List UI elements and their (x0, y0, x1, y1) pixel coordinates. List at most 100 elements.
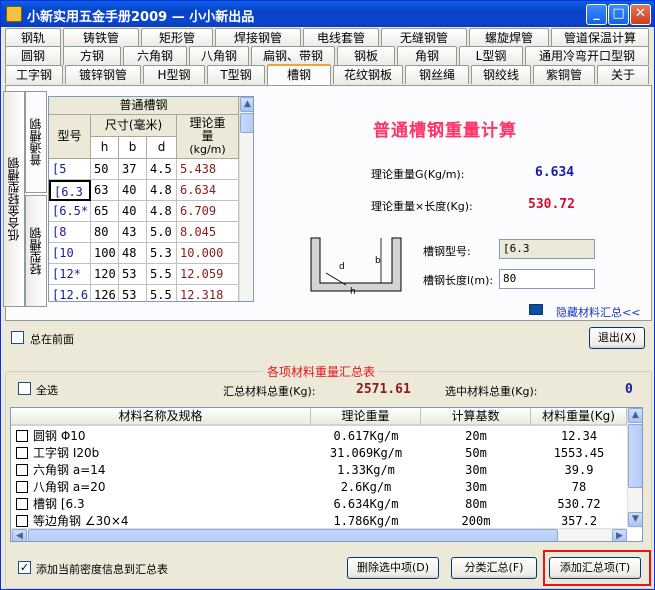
row-checkbox[interactable] (16, 515, 28, 527)
grid-cell[interactable]: 12.318 (177, 285, 239, 301)
tab-t-beam[interactable]: T型钢 (207, 65, 265, 84)
col-base[interactable]: 计算基数 (421, 408, 531, 426)
list-hscroll-thumb[interactable] (28, 529, 558, 541)
grid-scroll-thumb[interactable] (240, 113, 253, 133)
grid-cell[interactable]: 8.045 (177, 222, 239, 243)
list-scroll-thumb[interactable] (628, 424, 642, 488)
list-scroll-down-icon[interactable]: ▼ (628, 512, 642, 527)
grid-cell[interactable]: 50 (91, 159, 119, 180)
list-scroll-left-icon[interactable]: ◀ (12, 529, 27, 541)
tab-cast-iron-pipe[interactable]: 铸铁管 (63, 28, 139, 47)
grid-cell[interactable]: [5 (49, 159, 91, 180)
grid-cell[interactable]: 37 (119, 159, 147, 180)
row-checkbox[interactable] (16, 498, 28, 510)
list-item[interactable]: 六角钢 a=14 1.33Kg/m 30m 39.9 (11, 462, 625, 479)
grid-cell[interactable]: 48 (119, 243, 147, 264)
vtab-light-channel[interactable]: 轻型槽钢 (25, 195, 47, 307)
col-material[interactable]: 材料名称及规格 (11, 408, 311, 426)
tab-i-beam[interactable]: 工字钢 (5, 65, 63, 84)
tab-channel-steel[interactable]: 槽钢 (267, 64, 331, 85)
topmost-checkbox[interactable] (11, 331, 24, 344)
vtab-standard-channel[interactable]: 普通槽钢 (25, 91, 47, 193)
tab-seamless-pipe[interactable]: 无缝钢管 (381, 28, 467, 47)
grid-cell[interactable]: 63 (91, 180, 119, 201)
grid-cell[interactable]: 5.438 (177, 159, 239, 180)
tab-square-steel[interactable]: 方钢 (63, 46, 121, 65)
grid-scroll-up-icon[interactable]: ▲ (240, 97, 253, 112)
grid-cell[interactable]: 12.059 (177, 264, 239, 285)
tab-wire-rope[interactable]: 钢丝绳 (405, 65, 469, 84)
grid-cell[interactable]: 5.0 (147, 222, 177, 243)
tab-spiral-pipe[interactable]: 螺旋焊管 (469, 28, 549, 47)
list-item[interactable]: 圆钢 Φ10 0.617Kg/m 20m 12.34 (11, 428, 625, 445)
grid-cell[interactable]: 65 (91, 201, 119, 222)
grid-cell[interactable]: 80 (91, 222, 119, 243)
list-scroll-right-icon[interactable]: ▶ (612, 529, 627, 541)
list-item[interactable]: 八角钢 a=20 2.6Kg/m 30m 78 (11, 479, 625, 496)
tab-steel-plate[interactable]: 钢板 (337, 46, 395, 65)
grid-cell[interactable]: 10.000 (177, 243, 239, 264)
grid-cell[interactable]: 126 (91, 285, 119, 301)
grid-cell[interactable]: 40 (119, 180, 147, 201)
tab-checkered-plate[interactable]: 花纹钢板 (333, 65, 403, 84)
minimize-button[interactable]: _ (586, 4, 607, 25)
hide-summary-link[interactable]: 隐藏材料汇总<< (556, 304, 640, 320)
tab-angle-steel[interactable]: 角钢 (397, 46, 457, 65)
list-scroll-up-icon[interactable]: ▲ (628, 408, 642, 423)
grid-scrollbar[interactable]: ▲ (239, 97, 253, 301)
tab-about[interactable]: 关于 (597, 65, 649, 84)
length-input[interactable]: 80 (499, 269, 595, 289)
tab-hex-steel[interactable]: 六角钢 (123, 46, 187, 65)
grid-cell[interactable]: 120 (91, 264, 119, 285)
delete-selected-button[interactable]: 删除选中项(D) (347, 557, 439, 579)
grid-cell[interactable]: 4.5 (147, 159, 177, 180)
tab-l-steel[interactable]: L型钢 (459, 46, 523, 65)
row-checkbox[interactable] (16, 481, 28, 493)
grid-cell[interactable]: 5.5 (147, 285, 177, 301)
row-checkbox[interactable] (16, 430, 28, 442)
grid-cell[interactable]: 6.709 (177, 201, 239, 222)
col-total[interactable]: 材料重量(Kg) (531, 408, 627, 426)
tab-insulation-calc[interactable]: 管道保温计算 (551, 28, 649, 47)
tab-copper-pipe[interactable]: 紫铜管 (533, 65, 595, 84)
tab-conduit[interactable]: 电线套管 (303, 28, 379, 47)
tab-rect-tube[interactable]: 矩形管 (141, 28, 213, 47)
tab-oct-steel[interactable]: 八角钢 (189, 46, 249, 65)
model-field[interactable]: [6.3 (499, 239, 595, 259)
tab-h-beam[interactable]: H型钢 (143, 65, 205, 84)
tab-round-steel[interactable]: 圆钢 (5, 46, 61, 65)
grid-cell[interactable]: [8 (49, 222, 91, 243)
title-bar[interactable]: 小新实用五金手册2009 — 小小新出品 _ □ ✕ (1, 1, 654, 27)
tab-welded-pipe[interactable]: 焊接钢管 (215, 28, 301, 47)
col-weight[interactable]: 理论重量 (311, 408, 421, 426)
tab-flat-steel[interactable]: 扁钢、带钢 (251, 46, 335, 65)
vtab-low-alloy-channel[interactable]: 低合金轻型槽钢 (3, 91, 25, 307)
list-hscrollbar[interactable]: ◀ ▶ (11, 528, 627, 541)
list-vscrollbar[interactable]: ▲ ▼ (627, 408, 642, 528)
list-item[interactable]: 工字钢 I20b 31.069Kg/m 50m 1553.45 (11, 445, 625, 462)
add-density-checkbox[interactable]: ✓ (18, 561, 31, 574)
exit-button[interactable]: 退出(X) (589, 327, 645, 349)
grid-cell[interactable]: 4.8 (147, 201, 177, 222)
tab-galvanized-pipe[interactable]: 镀锌钢管 (65, 65, 141, 84)
tab-strand[interactable]: 钢绞线 (471, 65, 531, 84)
grid-cell[interactable]: [12* (49, 264, 91, 285)
row-checkbox[interactable] (16, 464, 28, 476)
tab-cold-bent[interactable]: 通用冷弯开口型钢 (525, 46, 649, 65)
grid-cell[interactable]: 53 (119, 285, 147, 301)
grid-cell[interactable]: 4.8 (147, 180, 177, 201)
summary-list[interactable]: 材料名称及规格 理论重量 计算基数 材料重量(Kg) 圆钢 Φ10 0.617Kg… (10, 407, 643, 542)
select-all-checkbox[interactable] (18, 382, 31, 395)
row-checkbox[interactable] (16, 447, 28, 459)
grid-cell[interactable]: [6.5* (49, 201, 91, 222)
maximize-button[interactable]: □ (608, 4, 629, 25)
grid-cell[interactable]: 5.3 (147, 243, 177, 264)
grid-cell[interactable]: [6.3 (49, 180, 91, 201)
tab-rail[interactable]: 钢轨 (5, 28, 61, 47)
grid-cell[interactable]: 6.634 (177, 180, 239, 201)
classify-summary-button[interactable]: 分类汇总(F) (451, 557, 537, 579)
grid-cell[interactable]: [10 (49, 243, 91, 264)
grid-cell[interactable]: 43 (119, 222, 147, 243)
close-button[interactable]: ✕ (630, 4, 651, 25)
grid-cell[interactable]: [12.6 (49, 285, 91, 301)
